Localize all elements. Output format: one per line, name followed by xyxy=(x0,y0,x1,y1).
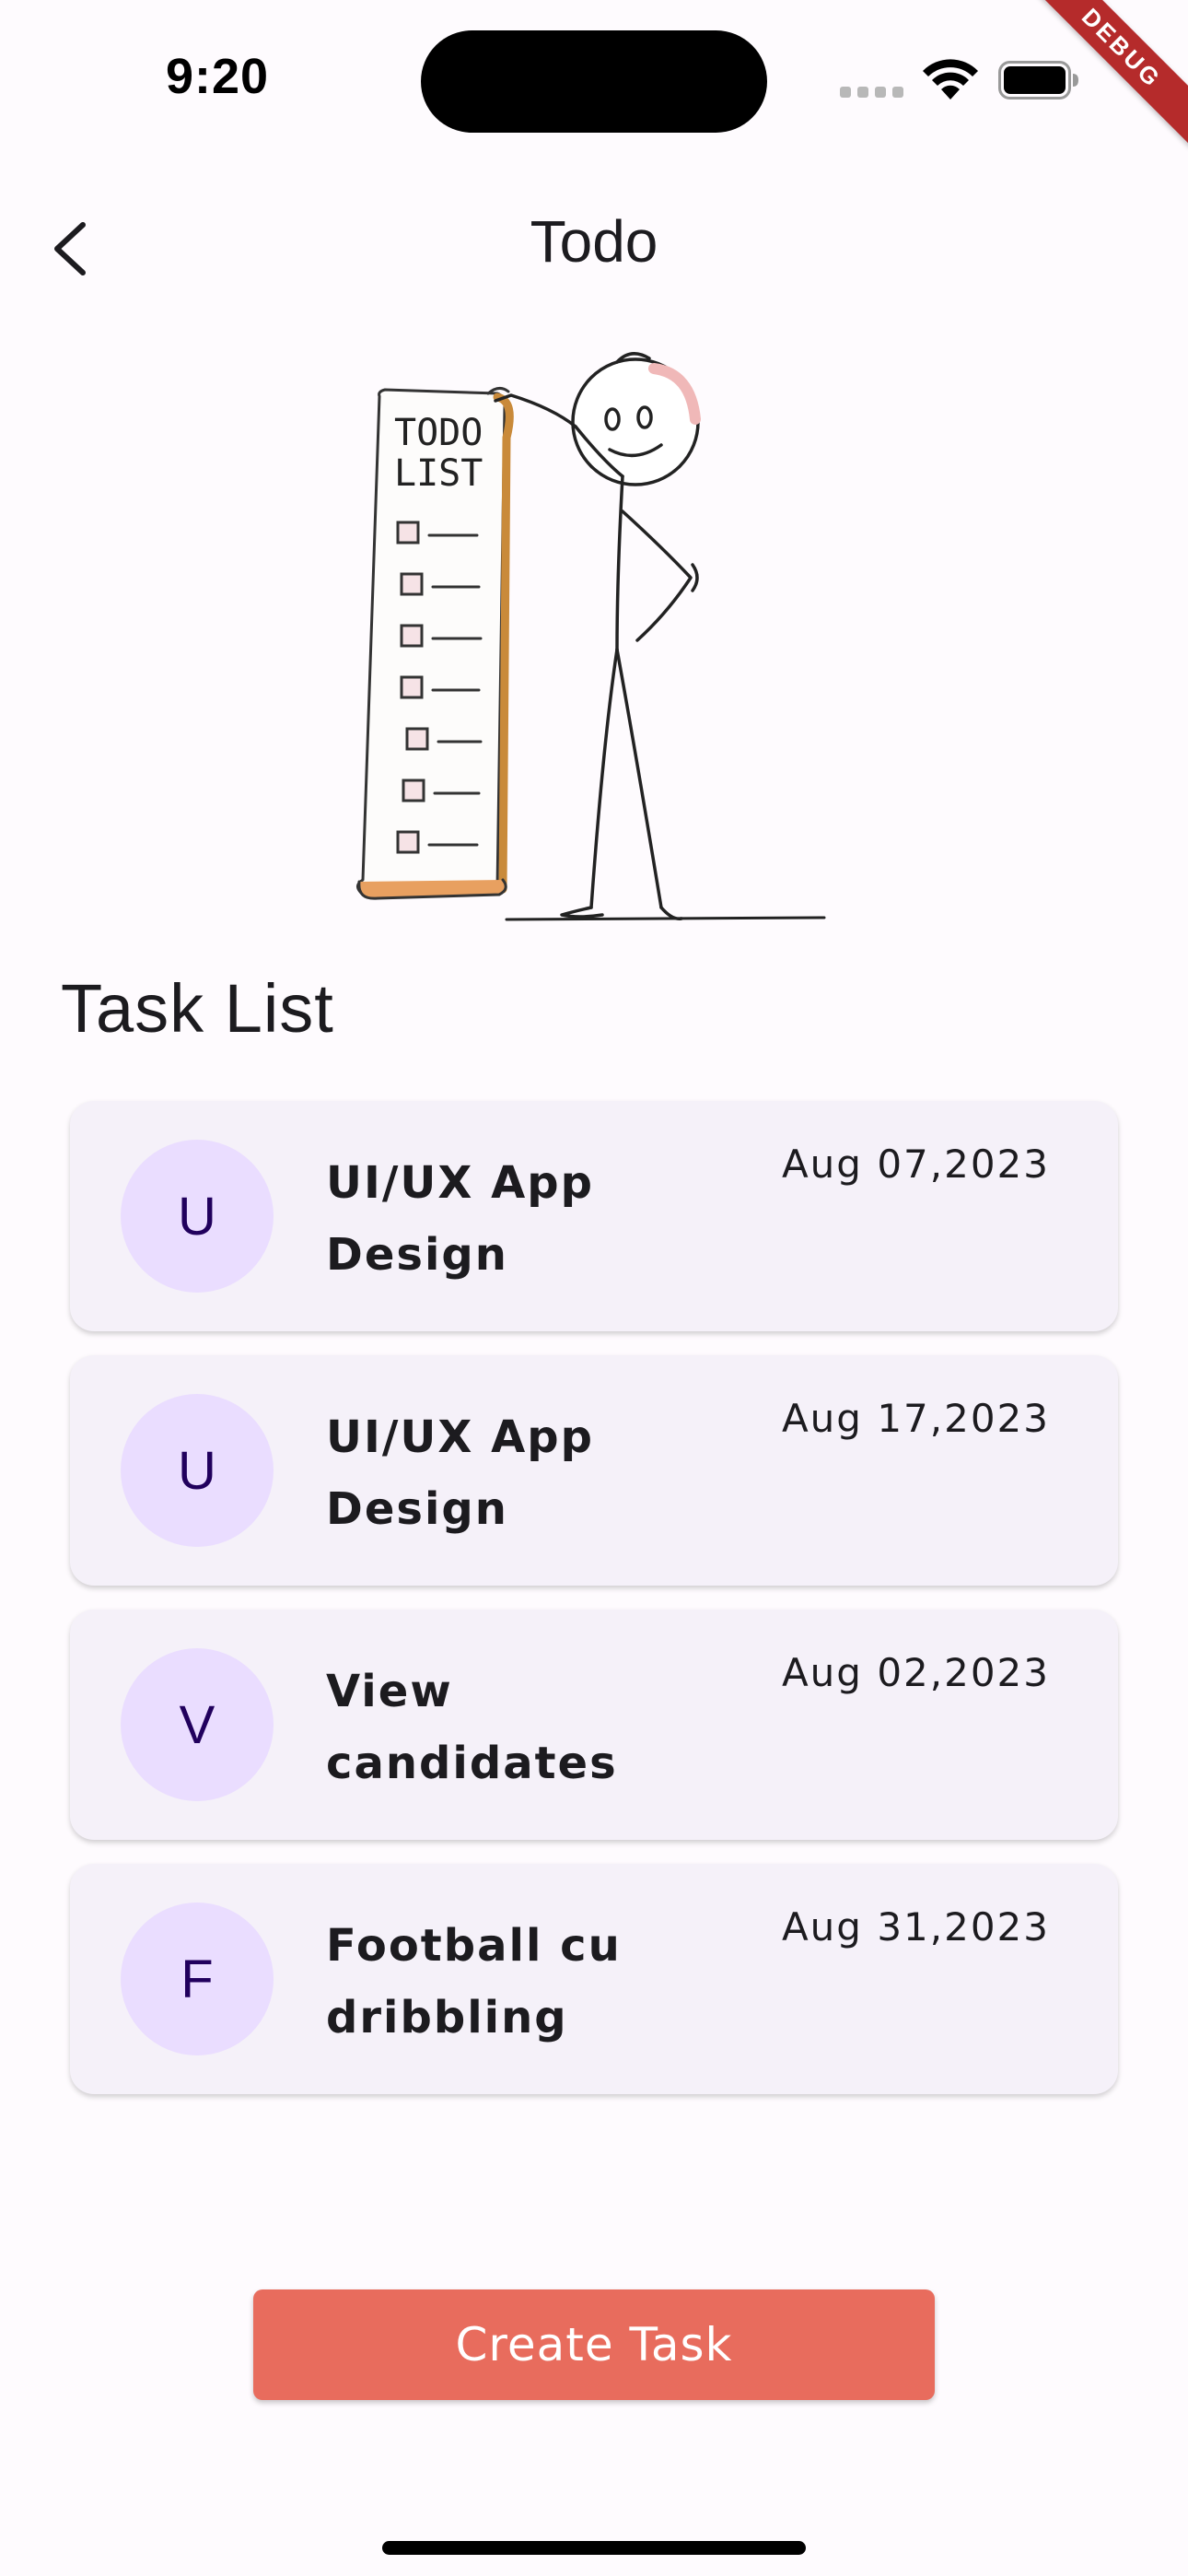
page-title: Todo xyxy=(530,208,658,275)
task-card[interactable]: F Football cu dribbling Aug 31,2023 xyxy=(70,1864,1118,2094)
section-title: Task List xyxy=(61,970,334,1047)
scroll-title-line1: TODO xyxy=(394,412,483,454)
task-avatar: V xyxy=(121,1648,274,1801)
dynamic-island xyxy=(421,30,767,133)
status-time: 9:20 xyxy=(166,49,270,104)
battery-icon xyxy=(998,61,1078,100)
task-name: View candidates xyxy=(326,1666,618,1789)
cellular-signal-icon xyxy=(840,85,906,100)
task-card[interactable]: V View candidates Aug 02,2023 xyxy=(70,1610,1118,1840)
task-avatar: U xyxy=(121,1140,274,1293)
task-list: U UI/UX App Design Aug 07,2023 U UI/UX A… xyxy=(70,1101,1118,2118)
create-task-button[interactable]: Create Task xyxy=(253,2289,935,2400)
app-bar: Todo xyxy=(0,184,1188,304)
task-date: Aug 07,2023 xyxy=(781,1142,1050,1187)
task-card[interactable]: U UI/UX App Design Aug 17,2023 xyxy=(70,1355,1118,1586)
task-date: Aug 02,2023 xyxy=(781,1650,1050,1695)
wifi-icon xyxy=(923,59,978,100)
scroll-title-line2: LIST xyxy=(394,452,483,495)
task-name: Football cu dribbling xyxy=(326,1920,622,2043)
task-name: UI/UX App Design xyxy=(326,1157,594,1281)
task-avatar: U xyxy=(121,1394,274,1547)
task-card[interactable]: U UI/UX App Design Aug 07,2023 xyxy=(70,1101,1118,1331)
task-date: Aug 31,2023 xyxy=(781,1904,1050,1950)
status-bar: 9:20 DEBUG xyxy=(0,0,1188,157)
home-indicator[interactable] xyxy=(382,2541,806,2555)
task-date: Aug 17,2023 xyxy=(781,1396,1050,1441)
task-name: UI/UX App Design xyxy=(326,1411,594,1535)
task-avatar: F xyxy=(121,1903,274,2055)
todo-list-illustration: TODO LIST xyxy=(356,352,826,921)
